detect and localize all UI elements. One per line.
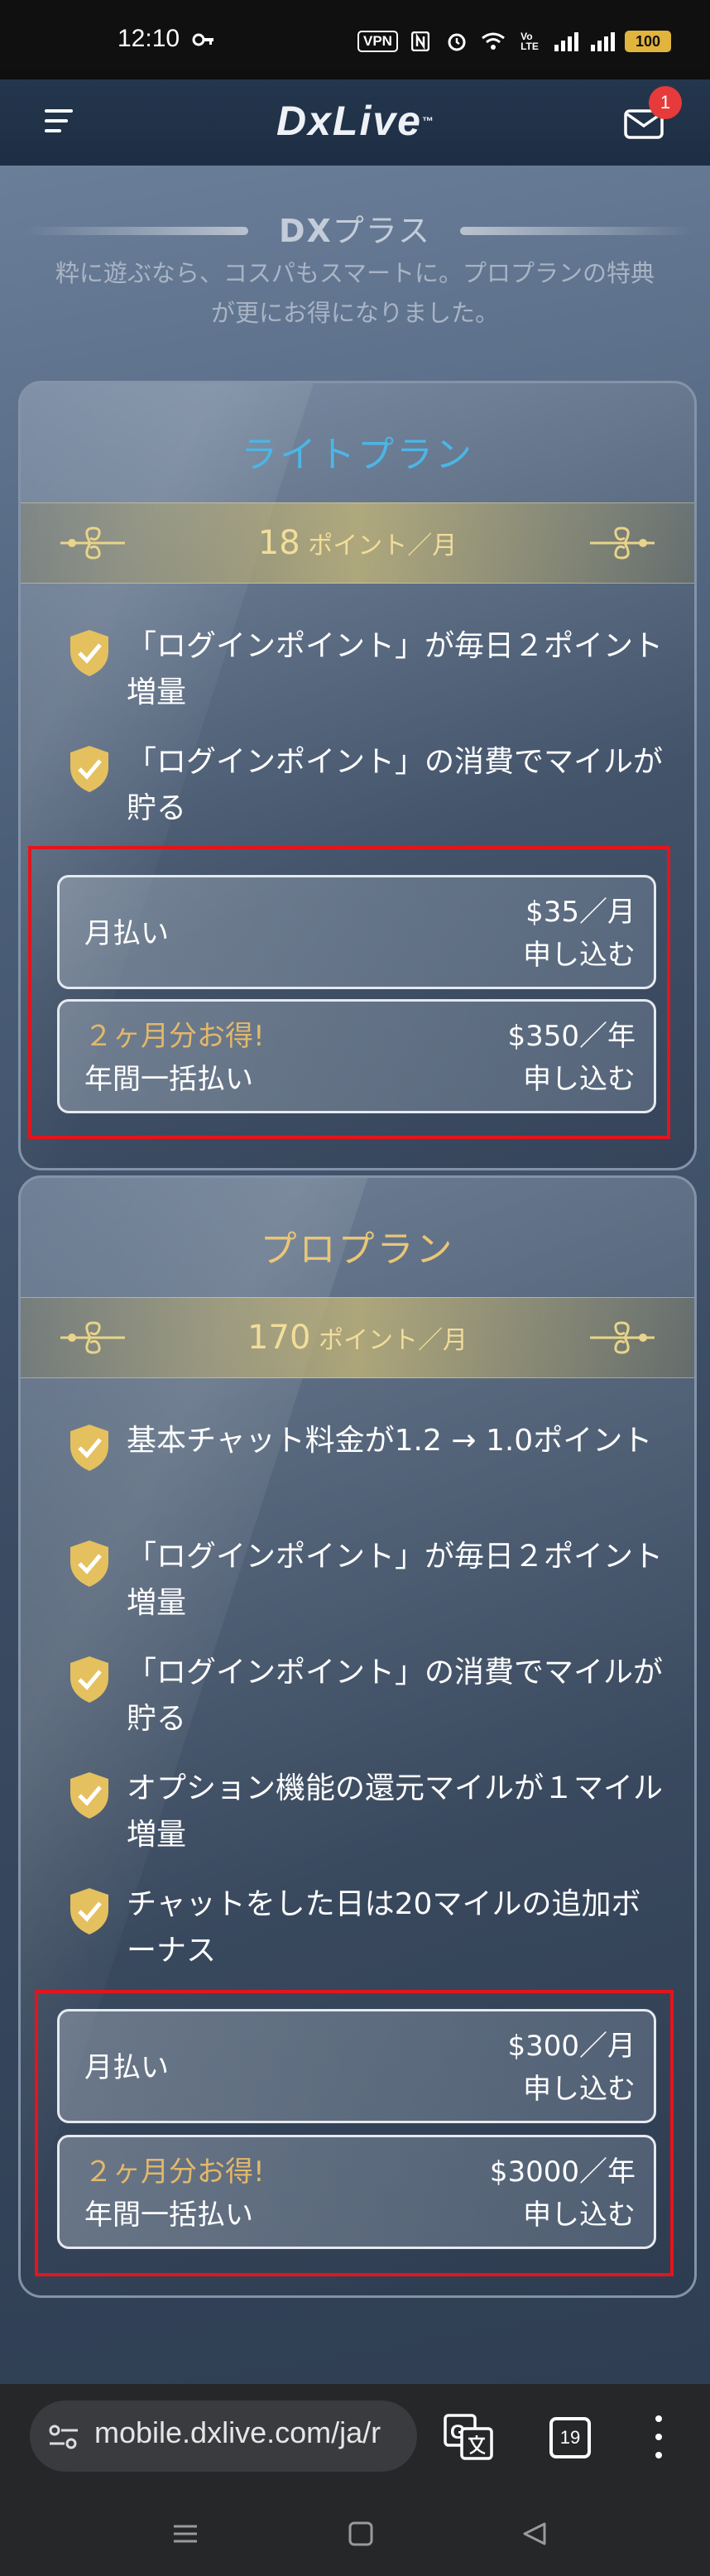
points-unit: ポイント／月 [300,531,458,560]
translate-icon[interactable]: G [444,2414,493,2460]
shield-check-icon [70,746,108,792]
address-bar[interactable]: mobile.dxlive.com/ja/r [30,2401,417,2472]
mail-badge: 1 [649,86,682,119]
alarm-icon [443,30,471,53]
nfc-icon [406,30,434,53]
key-icon [192,33,213,46]
highlight-frame [28,846,670,1139]
status-icons: VPN Vo LTE 100 [357,30,671,53]
status-time: 12:10 [118,25,180,52]
app-header: DxLive™ [0,79,710,167]
shield-check-icon [70,1656,108,1703]
title-rest: プラス [332,213,432,249]
shield-check-icon [70,1772,108,1819]
points-number: 170 [247,1319,311,1357]
tabs-button[interactable]: 19 [549,2417,591,2458]
section-title: DXプラス [0,205,710,249]
more-options-icon[interactable] [654,2415,664,2458]
battery-icon: 100 [624,31,671,52]
recent-apps-icon[interactable] [170,2521,200,2546]
plan-name: ライトプラン [241,434,474,476]
feature-text: 「ログインポイント」が毎日２ポイント増量 [127,1540,664,1620]
ornament-icon [590,1321,655,1354]
vpn-badge: VPN [357,31,398,52]
dxlive-logo[interactable]: DxLive™ [215,94,497,147]
site-settings-icon[interactable] [48,2424,79,2450]
points-band: 170 ポイント／月 [21,1297,694,1378]
home-icon[interactable] [346,2521,376,2546]
plan-name: プロプラン [260,1228,455,1271]
shield-check-icon [70,630,108,676]
feature-text: 「ログインポイント」が毎日２ポイント増量 [127,629,664,709]
logo-text: DxLive [276,98,422,144]
highlight-frame [35,1990,674,2276]
menu-icon[interactable] [45,109,74,132]
title-divider-left [25,227,248,235]
signal-icon [552,30,580,53]
feature-text: 「ログインポイント」の消費でマイルが貯る [127,745,664,825]
feature-text: 「ログインポイント」の消費でマイルが貯る [127,1656,664,1736]
feature-text: 基本チャット料金が1.2 → 1.0ポイント [127,1424,653,1458]
status-bar: 12:10 VPN Vo LTE 100 [0,0,710,79]
back-icon[interactable] [520,2521,549,2546]
shield-check-icon [70,1540,108,1587]
url-text: mobile.dxlive.com/ja/r [94,2415,381,2449]
points-number: 18 [257,524,300,562]
shield-check-icon [70,1425,108,1471]
wifi-icon [479,30,507,53]
points-band: 18 ポイント／月 [21,502,694,584]
browser-toolbar: mobile.dxlive.com/ja/r G 19 [0,2384,710,2487]
logo-tm: ™ [421,114,435,127]
section-subtitle: 粋に遊ぶなら、コスパもスマートに。プロプランの特典が更にお得になりました。 [55,259,655,327]
title-divider-right [460,227,693,235]
feature-text: オプション機能の還元マイルが１マイル増量 [127,1771,664,1852]
signal-icon-2 [588,30,616,53]
ornament-icon [590,526,655,560]
title-dx: DX [278,213,333,249]
shield-check-icon [70,1888,108,1934]
system-nav-bar [0,2487,710,2576]
feature-text: チャットをした日は20マイルの追加ボーナス [127,1887,641,1968]
points-unit: ポイント／月 [310,1326,468,1355]
volte-icon: Vo LTE [521,31,539,52]
